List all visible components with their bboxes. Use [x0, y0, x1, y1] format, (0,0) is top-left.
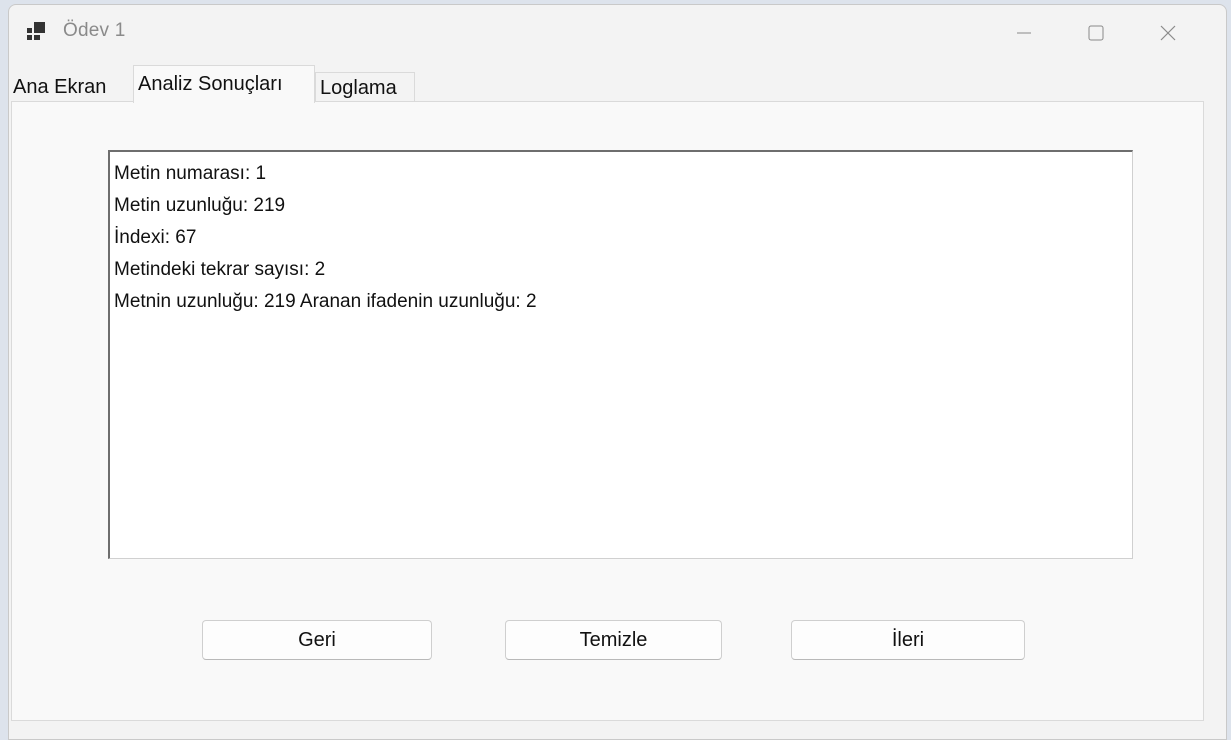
- result-line-repeat-count: Metindeki tekrar sayısı: 2: [114, 259, 326, 280]
- result-line-text-length: Metin uzunluğu: 219: [114, 195, 286, 216]
- results-textbox[interactable]: Metin numarası: 1 Metin uzunluğu: 219 İn…: [108, 150, 1133, 559]
- tab-analiz-sonuclari[interactable]: Analiz Sonuçları: [133, 65, 315, 103]
- next-button[interactable]: İleri: [791, 620, 1025, 660]
- minimize-button[interactable]: [988, 5, 1060, 61]
- tab-ana-ekran[interactable]: Ana Ekran: [9, 72, 133, 102]
- window-title: Ödev 1: [63, 20, 126, 41]
- app-window-icon: [27, 22, 45, 40]
- tab-strip: Ana Ekran Analiz Sonuçları Loglama: [9, 61, 1226, 103]
- back-button[interactable]: Geri: [202, 620, 432, 660]
- close-icon: [1160, 25, 1176, 41]
- result-line-text-number: Metin numarası: 1: [114, 163, 267, 184]
- close-button[interactable]: [1132, 5, 1204, 61]
- tab-page-analiz-sonuclari: Metin numarası: 1 Metin uzunluğu: 219 İn…: [11, 101, 1204, 721]
- maximize-icon: [1088, 25, 1104, 41]
- minimize-icon: [1017, 32, 1031, 34]
- result-line-index: İndexi: 67: [114, 227, 197, 248]
- result-line-lengths: Metnin uzunluğu: 219 Aranan ifadenin uzu…: [114, 291, 537, 312]
- tab-loglama[interactable]: Loglama: [315, 72, 415, 103]
- app-window: Ödev 1 Ana Ekran Analiz Sonuçları Loglam…: [8, 4, 1227, 740]
- clear-button[interactable]: Temizle: [505, 620, 722, 660]
- maximize-button[interactable]: [1060, 5, 1132, 61]
- title-bar[interactable]: Ödev 1: [9, 5, 1226, 61]
